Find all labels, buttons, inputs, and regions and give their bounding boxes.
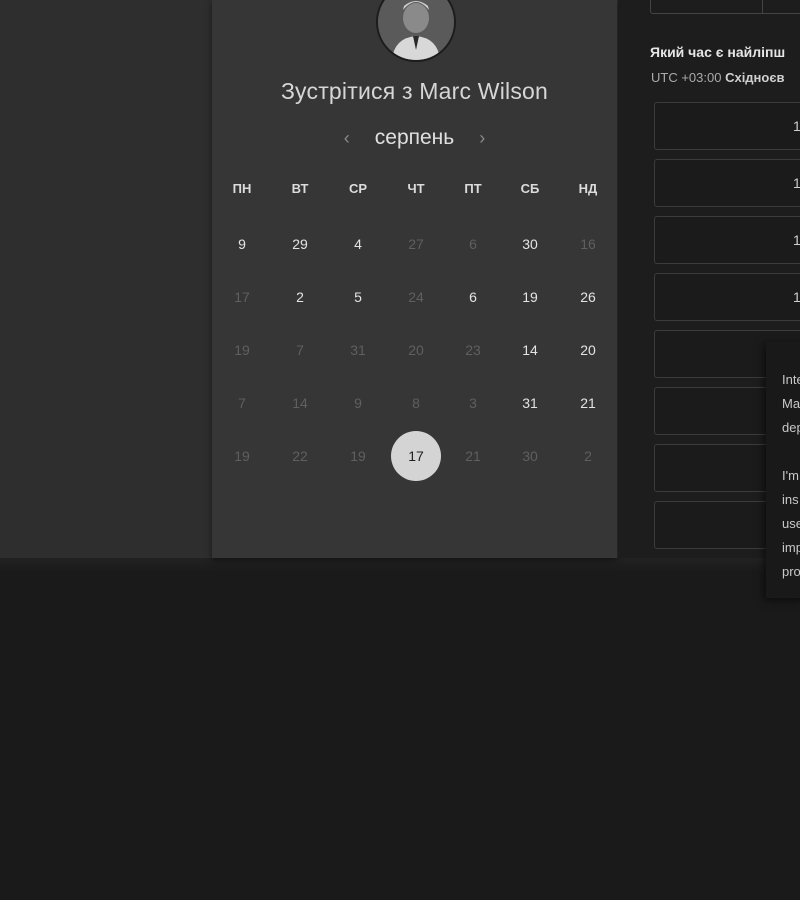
- calendar-day: 31: [350, 342, 366, 358]
- popover-text-line: pro: [782, 564, 800, 579]
- calendar-day: 2: [584, 448, 592, 464]
- calendar-card: Зустрітися з Marc Wilson ‹ серпень › ПН В…: [212, 0, 617, 558]
- calendar-day: 6: [469, 236, 477, 252]
- calendar-day: 20: [408, 342, 424, 358]
- calendar-day: 3: [469, 395, 477, 411]
- time-slot-label: 1: [793, 118, 800, 134]
- time-question: Який час є найліпш: [650, 44, 786, 60]
- calendar-day: 14: [292, 395, 308, 411]
- timezone-offset: UTC +03:00: [651, 70, 722, 85]
- calendar-day: 9: [354, 395, 362, 411]
- calendar-day: 21: [465, 448, 481, 464]
- time-slot-label: 1: [793, 232, 800, 248]
- popover-text-line: I'm: [782, 468, 799, 483]
- calendar-day[interactable]: 21: [563, 378, 613, 428]
- calendar-day[interactable]: 6: [448, 272, 498, 322]
- popover-text-line: ins: [782, 492, 799, 507]
- calendar-day: 23: [465, 342, 481, 358]
- calendar-day[interactable]: 20: [563, 325, 613, 375]
- popover-text-line: imp: [782, 540, 800, 555]
- calendar-day[interactable]: 30: [505, 219, 555, 269]
- time-slot-button[interactable]: 1: [654, 102, 800, 150]
- time-slot-label: 1: [793, 175, 800, 191]
- calendar-day[interactable]: 9: [217, 219, 267, 269]
- time-slot-button[interactable]: 1: [654, 159, 800, 207]
- calendar-day[interactable]: 5: [333, 272, 383, 322]
- timezone-name: Східноєв: [725, 70, 785, 85]
- calendar-day-grid: 9 29 4 27 6 30 16 17 2 5 24 6 19 26 19 7 31 20 23 14 20 7 14 9 8…: [212, 0, 617, 558]
- calendar-day-selected[interactable]: 17: [391, 431, 441, 481]
- calendar-day[interactable]: 31: [505, 378, 555, 428]
- popover-text-line: use: [782, 516, 800, 531]
- calendar-day: 24: [408, 289, 424, 305]
- calendar-day[interactable]: 14: [505, 325, 555, 375]
- view-toggle[interactable]: [650, 0, 800, 14]
- calendar-day: 16: [580, 236, 596, 252]
- time-slot-button[interactable]: 1: [654, 273, 800, 321]
- calendar-day: 19: [234, 342, 250, 358]
- calendar-day[interactable]: 19: [505, 272, 555, 322]
- calendar-day: 22: [292, 448, 308, 464]
- calendar-day: 7: [296, 342, 304, 358]
- time-slot-button[interactable]: 1: [654, 216, 800, 264]
- calendar-day: 7: [238, 395, 246, 411]
- popover-text-line: dep: [782, 420, 800, 435]
- calendar-day: 19: [350, 448, 366, 464]
- time-slot-label: 1: [793, 289, 800, 305]
- host-bio-popover: Inte Ma dep I'm ins use imp pro: [766, 342, 800, 598]
- calendar-day: 17: [234, 289, 250, 305]
- timezone-label[interactable]: UTC +03:00 Східноєв: [651, 70, 785, 85]
- calendar-day[interactable]: 4: [333, 219, 383, 269]
- calendar-day: 27: [408, 236, 424, 252]
- calendar-day[interactable]: 26: [563, 272, 613, 322]
- calendar-day[interactable]: 29: [275, 219, 325, 269]
- calendar-day: 19: [234, 448, 250, 464]
- calendar-day: 8: [412, 395, 420, 411]
- calendar-day: 30: [522, 448, 538, 464]
- calendar-day[interactable]: 2: [275, 272, 325, 322]
- popover-text-line: Inte: [782, 372, 800, 387]
- popover-text-line: Ma: [782, 396, 800, 411]
